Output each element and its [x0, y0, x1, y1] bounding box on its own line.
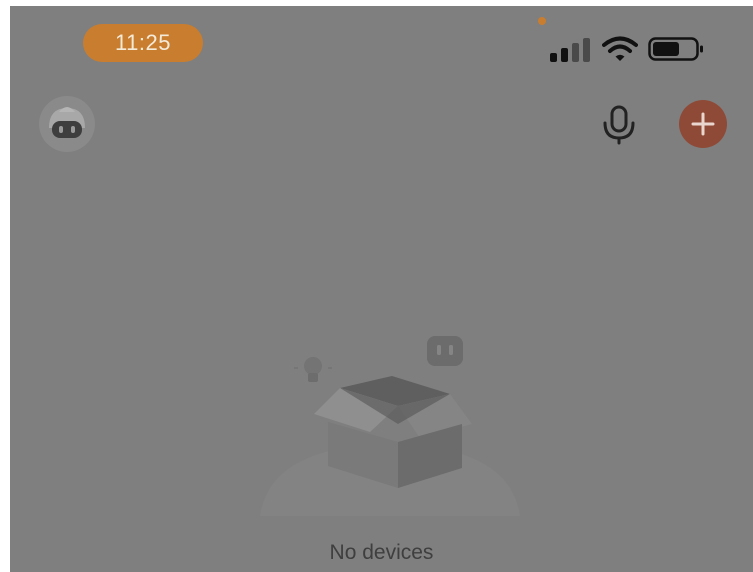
lightbulb-icon [294, 357, 332, 382]
plus-icon [691, 112, 715, 136]
robot-avatar-icon[interactable] [37, 94, 97, 154]
app-screen: 11:25 No devices [10, 6, 753, 572]
empty-box-icon [260, 336, 520, 516]
battery-icon [648, 37, 703, 61]
status-time-label: 11:25 [115, 30, 171, 55]
status-time: 11:25 [83, 24, 203, 62]
add-device-button[interactable] [679, 100, 727, 148]
smart-plug-icon [427, 336, 463, 366]
signal-bars-icon [550, 38, 590, 62]
privacy-indicator-dot [538, 17, 546, 25]
microphone-icon[interactable] [600, 105, 638, 145]
wifi-icon [602, 36, 638, 61]
empty-state-message: No devices [329, 541, 434, 564]
